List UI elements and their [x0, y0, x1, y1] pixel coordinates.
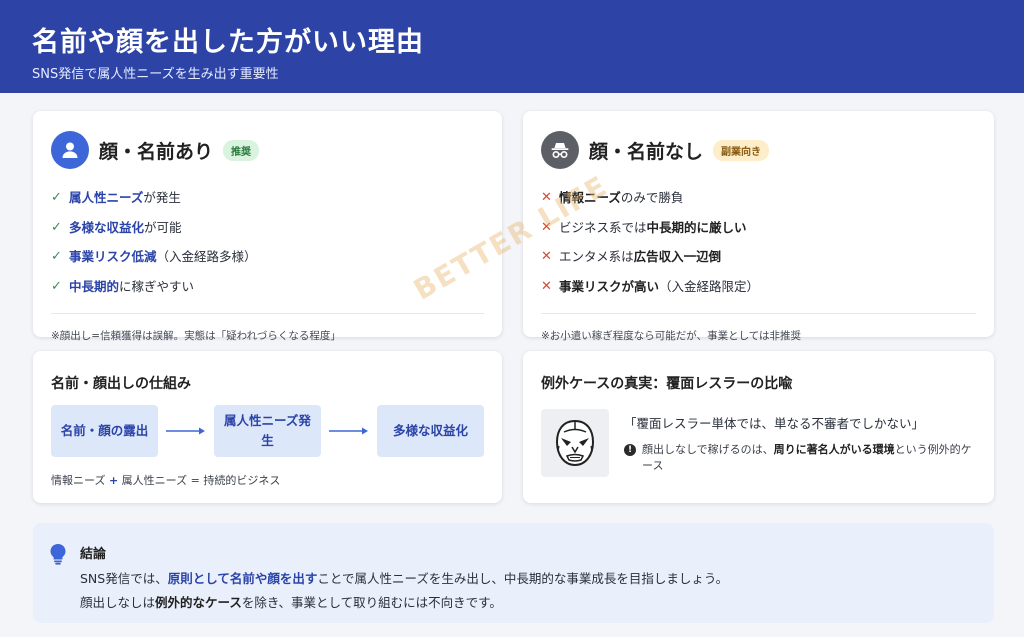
- incognito-icon: [541, 131, 579, 169]
- recommended-badge: 推奨: [223, 139, 260, 161]
- check-icon: ✓: [51, 278, 62, 294]
- conclusion-line: 顔出しなしは例外的なケースを除き、事業として取り組むには不向きです。: [80, 595, 502, 610]
- list-item: ✕ ビジネス系では 中長期的に厳しい: [541, 213, 976, 243]
- page-subtitle: SNS発信で属人性ニーズを生み出す重要性: [32, 67, 279, 82]
- check-icon: ✓: [51, 249, 62, 264]
- flow-step: 属人性ニーズ発生: [214, 405, 321, 457]
- masked-wrestler-icon: [541, 409, 609, 477]
- card-note: ※お小遣い稼ぎ程度なら可能だが、事業としては非推奨: [541, 330, 802, 342]
- list-item: ✕ 情報ニーズ のみで勝負: [541, 183, 976, 213]
- exception-note: ! 顔出しなしで稼げるのは、周りに著名人がいる環境という例外的ケース: [624, 442, 982, 474]
- cross-icon: ✕: [541, 190, 552, 205]
- cross-icon: ✕: [541, 249, 552, 264]
- cross-icon: ✕: [541, 278, 552, 294]
- divider: [541, 313, 976, 314]
- page-title: 名前や顔を出した方がいい理由: [32, 27, 424, 58]
- flow-step: 名前・顔の露出: [51, 405, 158, 457]
- card-title: 顔・名前なし: [589, 140, 704, 163]
- arrow-right-icon: [158, 426, 214, 436]
- list-item: ✓ 事業リスク低減 （入金経路多様）: [51, 242, 484, 272]
- conclusion-box: 結論 SNS発信では、原則として名前や顔を出すことで属人性ニーズを生み出し、中長…: [33, 523, 994, 623]
- flow-step: 多様な収益化: [377, 405, 484, 457]
- list-item: ✓ 属人性ニーズ が発生: [51, 183, 484, 213]
- merits-list: ✓ 属人性ニーズ が発生 ✓ 多様な収益化 が可能 ✓ 事業リスク低減 （入金経路多様） ✓ 中長期…: [51, 183, 484, 301]
- exclamation-icon: !: [624, 444, 636, 456]
- mechanism-title: 名前・顔出しの仕組み: [51, 376, 191, 392]
- mechanism-flow: 名前・顔の露出 属人性ニーズ発生 多様な収益化: [51, 405, 484, 457]
- divider: [51, 313, 484, 314]
- check-icon: ✓: [51, 219, 62, 235]
- exception-body: 「覆面レスラー単体では、単なる不審者でしかない」 ! 顔出しなしで稼げるのは、周…: [541, 409, 976, 477]
- user-icon: [51, 131, 89, 169]
- page-header: 名前や顔を出した方がいい理由 SNS発信で属人性ニーズを生み出す重要性: [0, 0, 1024, 93]
- card-title: 顔・名前あり: [99, 140, 214, 163]
- formula-term: 情報ニーズ: [51, 474, 106, 487]
- card-with-face-name: 顔・名前あり 推奨 ✓ 属人性ニーズ が発生 ✓ 多様な収益化 が可能 ✓ 事業リスク低減 （入…: [33, 111, 502, 342]
- card-header: 顔・名前なし 副業向き: [541, 131, 976, 169]
- cross-icon: ✕: [541, 219, 552, 235]
- formula-plus: +: [108, 474, 119, 487]
- list-item: ✕ 事業リスクが高い （入金経路限定）: [541, 272, 976, 302]
- formula-term: 属人性ニーズ = 持続的ビジネス: [121, 474, 281, 487]
- conclusion-title: 結論: [80, 547, 107, 562]
- list-item: ✕ エンタメ系は 広告収入一辺倒: [541, 242, 976, 272]
- list-item: ✓ 中長期的 に稼ぎやすい: [51, 272, 484, 302]
- card-header: 顔・名前あり 推奨: [51, 131, 484, 169]
- lightbulb-icon: [49, 543, 67, 569]
- list-item: ✓ 多様な収益化 が可能: [51, 213, 484, 243]
- card-note: ※顔出し=信頼獲得は誤解。実態は「疑われづらくなる程度」: [51, 330, 341, 342]
- exception-card: 例外ケースの真実：覆面レスラーの比喩 「覆面レスラー単体では、単なる不審者でしか…: [523, 351, 994, 503]
- arrow-right-icon: [321, 426, 377, 436]
- formula: 情報ニーズ + 属人性ニーズ = 持続的ビジネス: [51, 472, 484, 488]
- conclusion-line: SNS発信では、原則として名前や顔を出すことで属人性ニーズを生み出し、中長期的な…: [80, 571, 729, 586]
- demerits-list: ✕ 情報ニーズ のみで勝負 ✕ ビジネス系では 中長期的に厳しい ✕ エンタメ系は 広告収入一辺…: [541, 183, 976, 301]
- card-without-face-name: 顔・名前なし 副業向き ✕ 情報ニーズ のみで勝負 ✕ ビジネス系では 中長期的に厳しい ✕…: [523, 111, 994, 342]
- side-job-badge: 副業向き: [713, 139, 770, 161]
- exception-title: 例外ケースの真実：覆面レスラーの比喩: [541, 376, 793, 392]
- exception-quote: 「覆面レスラー単体では、単なる不審者でしかない」: [624, 416, 925, 431]
- exception-text: 「覆面レスラー単体では、単なる不審者でしかない」 ! 顔出しなしで稼げるのは、周…: [624, 409, 982, 477]
- mechanism-card: 名前・顔出しの仕組み 名前・顔の露出 属人性ニーズ発生 多様な収益化 情報ニーズ…: [33, 351, 502, 503]
- check-icon: ✓: [51, 190, 62, 205]
